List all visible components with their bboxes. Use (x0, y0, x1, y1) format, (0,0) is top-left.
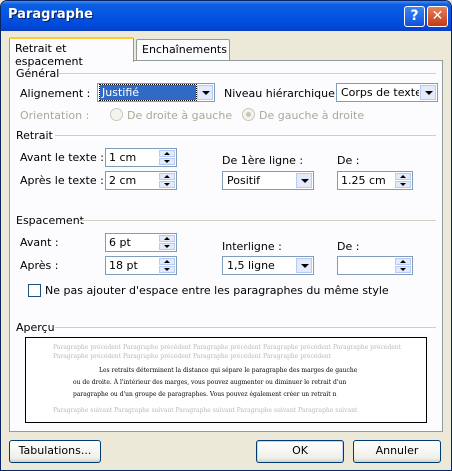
alignment-value: Justifié (99, 84, 197, 101)
indent-section-label: Retrait (16, 129, 53, 142)
alignment-label: Alignement : (20, 87, 91, 100)
preview-sample-line: paragraphe ou d'un groupe de paragraphes… (73, 391, 337, 398)
radio-right-to-left-label: De droite à gauche (127, 109, 233, 122)
spin-up-icon[interactable] (159, 173, 175, 180)
outline-level-value: Corps de texte (341, 86, 419, 99)
preview-sample-line: Les retraits déterminent la distance qui… (99, 367, 358, 374)
line-spacing-label: Interligne : (222, 240, 282, 253)
preview-previous-line: Paragraphe précédent Paragraphe précéden… (53, 353, 332, 360)
radio-left-to-right-label: De gauche à droite (259, 109, 365, 122)
tabs-button-label: Tabulations... (18, 444, 92, 457)
spacing-section-label: Espacement (16, 214, 84, 227)
paragraph-dialog: Paragraphe ? ✕ Retrait et espacement Enc… (0, 0, 452, 471)
spin-down-icon[interactable] (159, 243, 175, 250)
indent-after-label: Après le texte : (20, 174, 104, 187)
chevron-down-icon[interactable] (420, 85, 436, 100)
preview-sample-line: ou de droite. À l'intérieur des marges, … (73, 379, 347, 386)
spin-up-icon[interactable] (159, 150, 175, 157)
spacing-before-label: Avant : (20, 236, 59, 249)
spin-up-icon[interactable] (159, 258, 175, 265)
close-button[interactable]: ✕ (427, 6, 448, 27)
spacing-divider (79, 220, 436, 222)
spin-down-icon[interactable] (159, 181, 175, 188)
outline-level-select[interactable]: Corps de texte (336, 83, 438, 102)
tab-line-page-breaks[interactable]: Enchaînements (136, 39, 230, 60)
indent-before-label: Avant le texte : (20, 151, 104, 164)
indent-after-value: 2 cm (109, 174, 137, 187)
tab-label: Retrait et espacement (15, 42, 83, 68)
spin-down-icon[interactable] (395, 181, 411, 188)
line-spacing-at-spinner[interactable] (337, 256, 413, 275)
no-space-same-style-checkbox[interactable] (28, 284, 41, 297)
spacing-after-label: Après : (20, 259, 59, 272)
ok-button-label: OK (292, 444, 308, 457)
line-spacing-at-label: De : (337, 240, 360, 253)
tabs-button[interactable]: Tabulations... (9, 440, 101, 463)
paragraph-preview: Paragraphe précédent Paragraphe précéden… (25, 337, 427, 423)
level-label: Niveau hiérarchique : (224, 87, 343, 100)
radio-left-to-right[interactable] (242, 108, 255, 121)
spacing-after-value: 18 pt (109, 259, 138, 272)
indent-by-label: De : (337, 154, 360, 167)
spacing-before-value: 6 pt (109, 236, 131, 249)
close-icon: ✕ (431, 8, 444, 24)
spacing-after-spinner[interactable]: 18 pt (105, 256, 177, 275)
first-line-value: Positif (227, 174, 260, 187)
spin-down-icon[interactable] (159, 158, 175, 165)
spin-up-icon[interactable] (395, 173, 411, 180)
help-button[interactable]: ? (404, 6, 425, 27)
cancel-button-label: Annuler (375, 444, 419, 457)
tab-indent-spacing[interactable]: Retrait et espacement (9, 37, 134, 68)
preview-divider (55, 327, 436, 329)
indent-after-spinner[interactable]: 2 cm (105, 171, 177, 190)
spin-down-icon[interactable] (395, 266, 411, 273)
line-spacing-select[interactable]: 1,5 ligne (222, 256, 314, 275)
spin-down-icon[interactable] (159, 266, 175, 273)
first-line-label: De 1ère ligne : (222, 154, 304, 167)
spin-up-icon[interactable] (159, 235, 175, 242)
preview-section-label: Aperçu (16, 321, 55, 334)
general-section-label: Général (16, 67, 60, 80)
ok-button[interactable]: OK (256, 440, 344, 463)
indent-before-value: 1 cm (109, 151, 137, 164)
line-spacing-value: 1,5 ligne (227, 259, 275, 272)
indent-by-spinner[interactable]: 1.25 cm (337, 171, 413, 190)
indent-divider (55, 135, 436, 137)
radio-right-to-left[interactable] (110, 108, 123, 121)
spacing-before-spinner[interactable]: 6 pt (105, 233, 177, 252)
cancel-button[interactable]: Annuler (353, 440, 441, 463)
alignment-select[interactable]: Justifié (97, 83, 215, 102)
preview-next-line: Paragraphe suivant Paragraphe suivant Pa… (53, 407, 358, 414)
tab-label: Enchaînements (142, 43, 227, 56)
indent-by-value: 1.25 cm (341, 174, 386, 187)
no-space-same-style-label[interactable]: Ne pas ajouter d'espace entre les paragr… (45, 284, 389, 297)
chevron-down-icon[interactable] (296, 258, 312, 273)
spin-up-icon[interactable] (395, 258, 411, 265)
window-title: Paragraphe (8, 7, 94, 22)
title-bar[interactable]: Paragraphe ? ✕ (1, 1, 451, 31)
orientation-label: Orientation : (20, 109, 90, 122)
chevron-down-icon[interactable] (197, 85, 213, 100)
indent-before-spinner[interactable]: 1 cm (105, 148, 177, 167)
chevron-down-icon[interactable] (296, 173, 312, 188)
general-divider (59, 73, 436, 75)
first-line-select[interactable]: Positif (222, 171, 314, 190)
preview-previous-line: Paragraphe précédent Paragraphe précéden… (53, 344, 402, 351)
help-icon: ? (410, 8, 419, 24)
